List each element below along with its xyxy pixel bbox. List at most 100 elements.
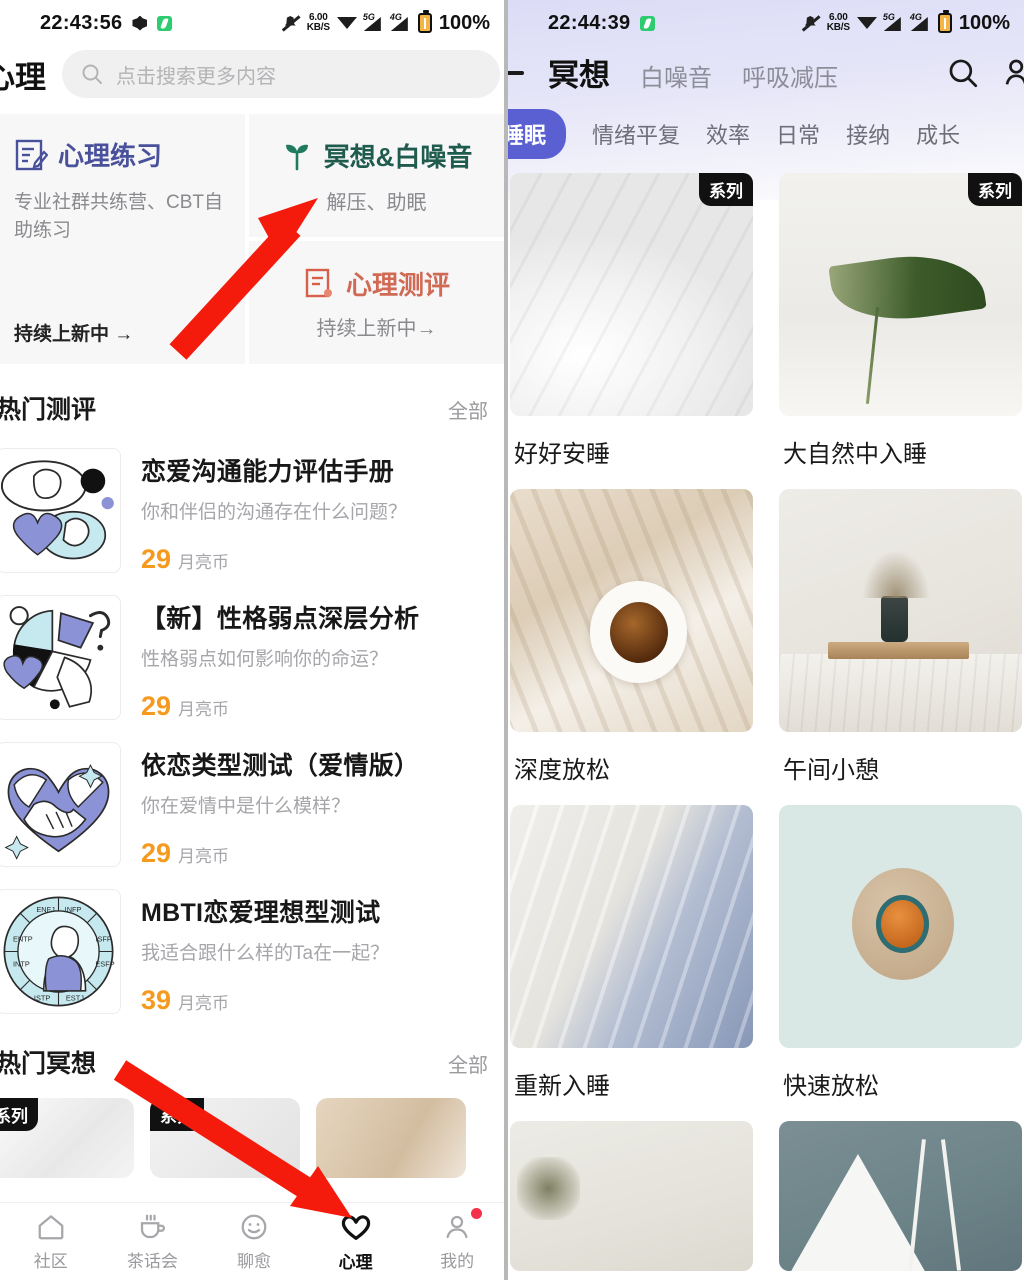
- nav-item-community[interactable]: 社区: [0, 1212, 102, 1272]
- test-list-item[interactable]: 依恋类型测试（爱情版） 你在爱情中是什么模样？ 29 月亮币: [0, 732, 504, 879]
- holding-hands-heart-icon: [4, 764, 110, 860]
- heart-icon: [341, 1214, 370, 1240]
- svg-text:INFP: INFP: [65, 905, 82, 914]
- test-price: 29 月亮币: [141, 544, 494, 575]
- chip-emotion-calm[interactable]: 情绪平复: [592, 118, 680, 150]
- test-price-unit: 月亮币: [178, 847, 230, 866]
- test-list-item[interactable]: 【新】性格弱点深层分析 性格弱点如何影响你的命运？ 29 月亮币: [0, 585, 504, 732]
- person-icon: [446, 1215, 468, 1238]
- series-badge: 系列: [699, 173, 753, 206]
- grid-item[interactable]: 系列 大自然中入睡: [779, 173, 1022, 477]
- grid-item[interactable]: 快速放松: [779, 805, 1022, 1109]
- cup-icon: [141, 1214, 166, 1238]
- note-edit-icon: [15, 139, 48, 170]
- grid-item[interactable]: 深度放松: [510, 489, 753, 793]
- notification-dot: [470, 1207, 482, 1219]
- svg-text:ENFJ: ENFJ: [36, 905, 55, 914]
- test-price-unit: 月亮币: [178, 553, 230, 572]
- grid-item[interactable]: [779, 1121, 1022, 1271]
- test-title: 恋爱沟通能力评估手册: [141, 458, 395, 486]
- chip-daily[interactable]: 日常: [776, 118, 820, 150]
- search-icon[interactable]: [946, 56, 980, 90]
- two-heads-talking-icon: [0, 460, 114, 560]
- grid-item-label: 重新入睡: [514, 1073, 610, 1100]
- test-price-unit: 月亮币: [178, 700, 230, 719]
- grid-item[interactable]: 系列 好好安睡: [510, 173, 753, 477]
- grid-item-image: [779, 1121, 1022, 1271]
- grid-item-image: [510, 1121, 753, 1271]
- smiley-icon: [241, 1214, 267, 1239]
- nav-label: 我的: [440, 1251, 475, 1271]
- wifi-icon: [336, 16, 357, 31]
- pie-chart-question-icon: [3, 606, 111, 710]
- hot-tests-section-header: 热门测评 全部: [0, 364, 504, 438]
- nav-label: 社区: [33, 1251, 68, 1271]
- test-subtitle: 你在爱情中是什么模样？: [141, 796, 351, 817]
- grid-item-label: 午间小憩: [783, 757, 879, 784]
- meditation-thumb-card[interactable]: [316, 1098, 466, 1178]
- card-psych-practice[interactable]: 心理练习 专业社群共练营、CBT自助练习 持续上新中 →: [0, 114, 245, 364]
- hot-meditation-see-all[interactable]: 全部: [448, 1049, 488, 1078]
- svg-text:ISFP: ISFP: [95, 935, 111, 944]
- signal-4g-label: 4G: [909, 12, 922, 22]
- grid-item-label: 好好安睡: [514, 441, 610, 468]
- card-meditation-whitenoise[interactable]: 冥想&白噪音 解压、助眠: [249, 114, 504, 237]
- card-assessment-title: 心理测评: [345, 269, 450, 300]
- signal-5g-icon: 5G: [883, 12, 904, 31]
- svg-text:ENTP: ENTP: [13, 935, 33, 944]
- signal-4g-icon: 4G: [390, 12, 411, 31]
- grid-item-image: [510, 805, 753, 1048]
- card-meditation-title: 冥想&白噪音: [323, 141, 473, 172]
- mute-bell-icon: [281, 14, 300, 32]
- battery-percent: 100%: [438, 11, 490, 34]
- left-status-bar: 22:43:56 6.00 KB/S 5G 4G 100%: [0, 0, 504, 46]
- svg-text:ISTP: ISTP: [34, 994, 50, 1003]
- right-content: 22:44:39 6.00 KB/S 5G 4G 100% 冥想 白噪音 呼吸减…: [508, 0, 1024, 1271]
- tab-breathing[interactable]: 呼吸减压: [742, 58, 838, 93]
- chip-sleep[interactable]: 睡眠: [508, 109, 567, 159]
- chip-efficiency[interactable]: 效率: [706, 118, 750, 150]
- card-practice-more-link[interactable]: 持续上新中 →: [14, 319, 227, 346]
- chip-growth[interactable]: 成长: [916, 118, 960, 150]
- right-phone-panel: 22:44:39 6.00 KB/S 5G 4G 100% 冥想 白噪音 呼吸减…: [508, 0, 1024, 1280]
- home-icon: [38, 1214, 64, 1239]
- test-price-value: 29: [141, 838, 172, 868]
- grid-item[interactable]: [510, 1121, 753, 1271]
- status-left-group: 22:44:39: [548, 12, 656, 35]
- report-icon: [305, 268, 332, 298]
- nav-item-psychology[interactable]: 心理: [305, 1211, 407, 1273]
- test-title: 依恋类型测试（爱情版）: [141, 752, 420, 780]
- sprout-icon: [285, 144, 308, 171]
- tab-white-noise[interactable]: 白噪音: [640, 58, 712, 93]
- meditation-thumb-card[interactable]: 系列: [0, 1098, 134, 1178]
- grid-item-image: [779, 489, 1022, 732]
- signal-5g-icon: 5G: [363, 12, 384, 31]
- grid-item-label: 深度放松: [514, 757, 610, 784]
- card-practice-desc: 专业社群共练营、CBT自助练习: [14, 192, 224, 241]
- card-practice-title: 心理练习: [58, 141, 163, 171]
- tab-meditation[interactable]: 冥想: [548, 50, 610, 95]
- test-list-item[interactable]: 恋爱沟通能力评估手册 你和伴侣的沟通存在什么问题？ 29 月亮币: [0, 438, 504, 585]
- nav-item-mine[interactable]: 我的: [406, 1207, 504, 1272]
- right-cards-column: 冥想&白噪音 解压、助眠 心理测评 持续上新中→: [249, 114, 504, 364]
- grid-item[interactable]: 午间小憩: [779, 489, 1022, 793]
- hot-tests-see-all[interactable]: 全部: [448, 395, 488, 424]
- test-list-item[interactable]: ENFJ INFP ENTP ISFP INTP ESFP ISTP ESTJ MBTI…: [0, 879, 504, 1026]
- status-right-group: 6.00 KB/S 5G 4G 100%: [281, 10, 490, 35]
- person-add-icon[interactable]: [1002, 56, 1024, 90]
- meditation-thumb-card[interactable]: 系列: [150, 1098, 300, 1178]
- test-subtitle: 我适合跟什么样的Ta在一起？: [141, 943, 390, 964]
- nav-item-chat-heal[interactable]: 聊愈: [203, 1212, 305, 1272]
- grid-item-image: 系列: [779, 173, 1022, 416]
- card-psych-assessment[interactable]: 心理测评 持续上新中→: [249, 241, 504, 364]
- grid-item-label: 大自然中入睡: [783, 441, 927, 468]
- nav-label: 聊愈: [236, 1251, 271, 1271]
- search-input[interactable]: 点击搜索更多内容: [62, 50, 500, 98]
- nav-item-teahouse[interactable]: 茶话会: [102, 1212, 204, 1272]
- grid-item[interactable]: 重新入睡: [510, 805, 753, 1109]
- test-price-value: 29: [141, 544, 172, 574]
- chip-acceptance[interactable]: 接纳: [846, 118, 890, 150]
- back-arrow-icon[interactable]: [508, 70, 530, 75]
- hot-tests-title: 热门测评: [0, 396, 97, 424]
- category-chips: 睡眠 情绪平复 效率 日常 接纳 成长: [508, 105, 1024, 173]
